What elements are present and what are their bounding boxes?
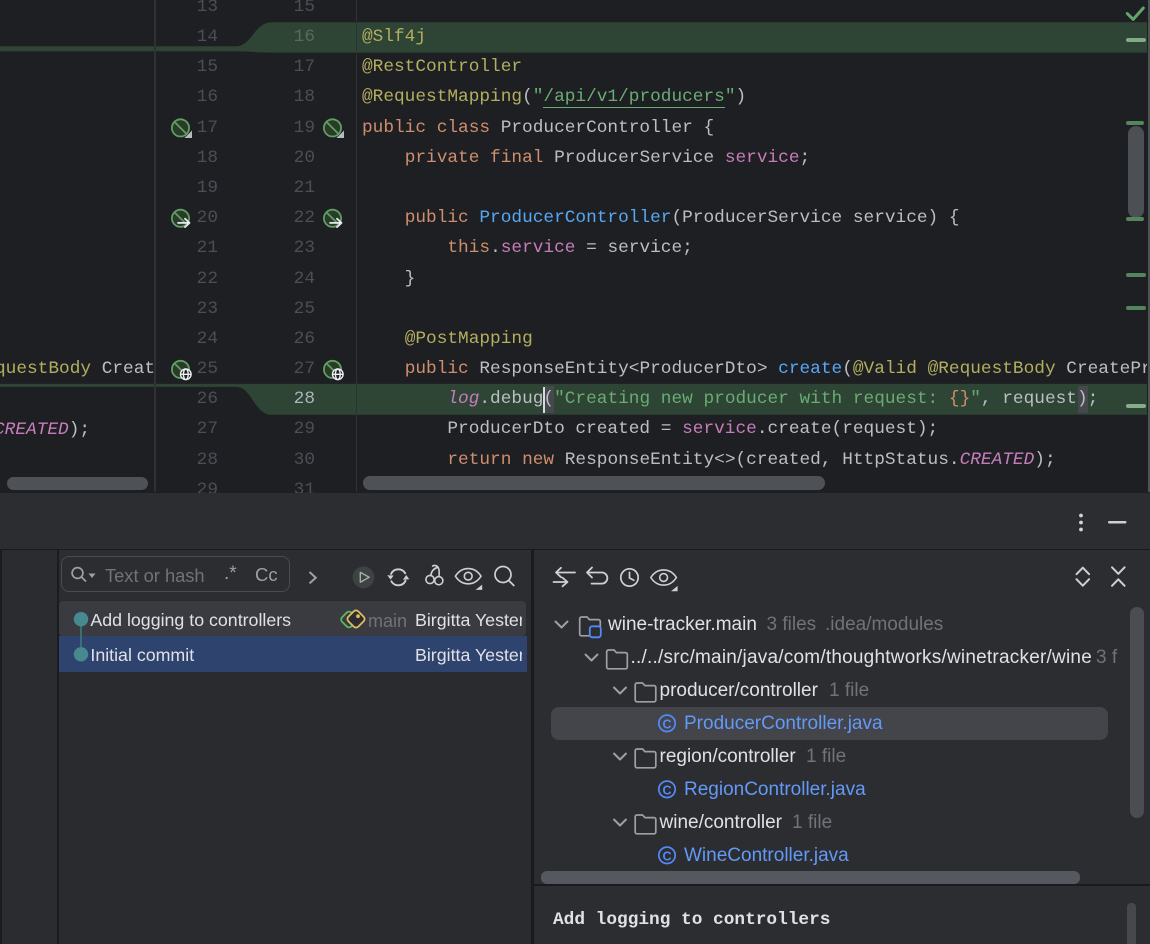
svg-text:C: C — [662, 850, 671, 864]
svg-text:C: C — [662, 784, 671, 798]
svg-text:C: C — [662, 718, 671, 732]
